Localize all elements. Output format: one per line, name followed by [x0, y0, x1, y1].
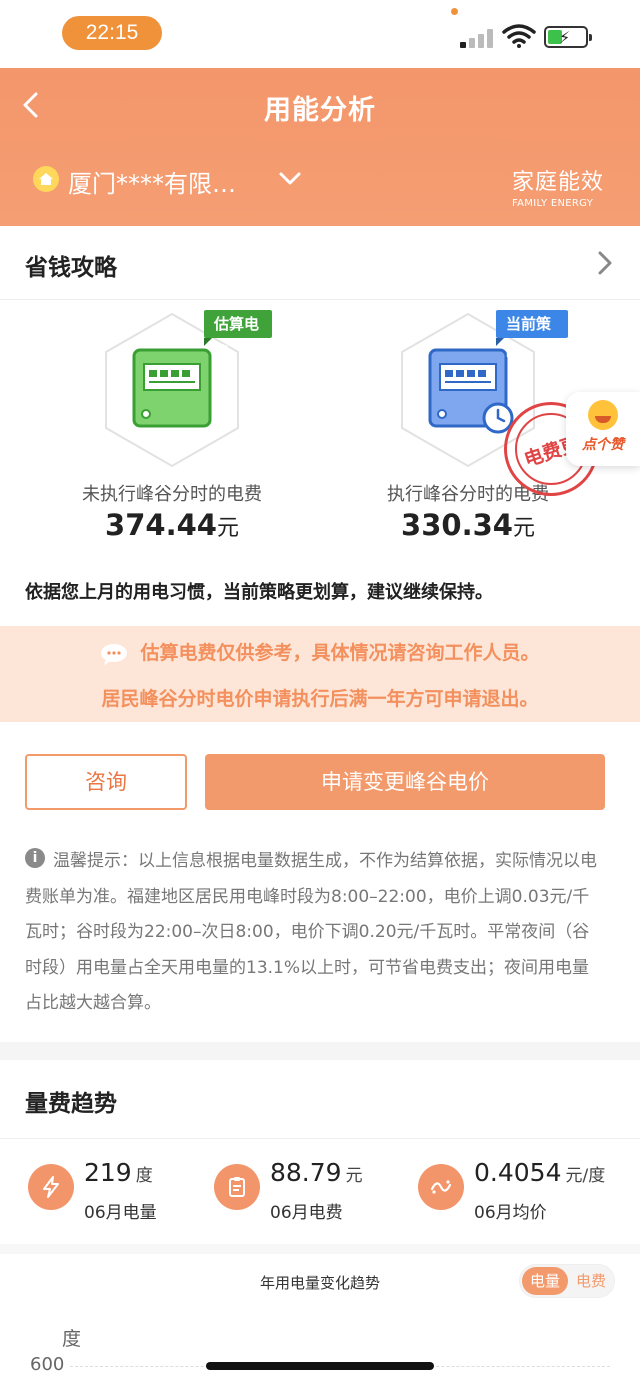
chevron-right-icon[interactable]	[596, 250, 614, 276]
tip-text: 温馨提示：以上信息根据电量数据生成，不作为结算依据，实际情况以电费账单为准。福建…	[25, 851, 597, 1013]
tag-estimate: 估算电费	[204, 310, 272, 361]
notice-banner: 估算电费仅供参考，具体情况请咨询工作人员。 居民峰谷分时电价申请执行后满一年方可…	[0, 626, 640, 722]
home-icon	[33, 166, 59, 192]
trend-title: 量费趋势	[25, 1091, 117, 1117]
section-divider	[0, 1042, 640, 1060]
account-selector[interactable]: 厦门****有限…	[68, 164, 236, 199]
toggle-fee[interactable]: 电费	[568, 1267, 614, 1295]
wifi-icon	[502, 24, 536, 48]
current-unit: 元	[512, 516, 535, 541]
stat-price-value: 0.4054 元/度	[474, 1158, 606, 1187]
estimate-amount: 374.44	[105, 508, 217, 542]
brand-name-en: FAMILY ENERGY	[512, 198, 594, 209]
notice-line-1: 估算电费仅供参考，具体情况请咨询工作人员。	[140, 642, 540, 664]
chat-icon	[101, 643, 128, 665]
stat-usage-caption: 06月电量	[84, 1203, 157, 1223]
like-button[interactable]: 点个赞	[566, 392, 640, 466]
stat-usage: 219 度 06月电量	[28, 1158, 198, 1230]
lightning-icon	[28, 1164, 74, 1210]
status-bar: 22:15 ⚡	[0, 0, 640, 68]
toggle-usage[interactable]: 电量	[522, 1267, 568, 1295]
stat-price-caption: 06月均价	[474, 1203, 547, 1223]
brand-name: 家庭能效	[512, 170, 605, 195]
chevron-down-icon[interactable]	[278, 171, 302, 187]
stat-fee-caption: 06月电费	[270, 1203, 343, 1223]
advice-text: 依据您上月的用电习惯，当前策略更划算，建议继续保持。	[25, 582, 493, 603]
estimate-unit: 元	[216, 516, 239, 541]
divider	[0, 1138, 640, 1139]
warm-tip: 温馨提示：以上信息根据电量数据生成，不作为结算依据，实际情况以电费账单为准。福建…	[25, 844, 605, 1022]
signal-icon	[460, 28, 494, 48]
brand-logo: 家庭能效 FAMILY ENERGY	[512, 164, 604, 209]
meter-card-estimate: 估算电费 未执行峰谷分时的电费 374.44元	[72, 310, 272, 542]
strategy-row[interactable]: 省钱攻略	[0, 226, 640, 300]
axis-tick-label: 600	[30, 1354, 65, 1375]
app-header: 用能分析 厦门****有限… 家庭能效 FAMILY ENERGY	[0, 68, 640, 226]
consult-button[interactable]: 咨询	[25, 754, 187, 810]
apply-peak-valley-button[interactable]: 申请变更峰谷电价	[205, 754, 605, 810]
bill-icon	[214, 1164, 260, 1210]
section-divider-2	[0, 1244, 640, 1254]
stat-fee-value: 88.79 元	[270, 1158, 363, 1187]
stat-price: 0.4054 元/度 06月均价	[418, 1158, 628, 1230]
meter-label-estimate: 未执行峰谷分时的电费	[82, 484, 262, 505]
battery-icon: ⚡	[544, 26, 592, 48]
current-amount: 330.34	[401, 508, 513, 542]
price-icon	[418, 1164, 464, 1210]
status-time: 22:15	[62, 16, 162, 50]
indicator-dot	[451, 8, 458, 15]
axis-unit-label: 度	[62, 1328, 82, 1350]
smile-icon	[588, 400, 618, 430]
tag-current: 当前策略	[496, 310, 568, 361]
page-title: 用能分析	[264, 95, 376, 126]
meter-value-current: 330.34元	[328, 508, 608, 542]
home-indicator[interactable]	[206, 1362, 434, 1370]
strategy-title: 省钱攻略	[25, 255, 117, 281]
stat-usage-value: 219 度	[84, 1158, 153, 1187]
stat-fee: 88.79 元 06月电费	[214, 1158, 394, 1230]
notice-line-2: 居民峰谷分时电价申请执行后满一年方可申请退出。	[101, 688, 539, 710]
chart-toggle[interactable]: 电量 电费	[519, 1264, 615, 1298]
meter-value-estimate: 374.44元	[32, 508, 312, 542]
like-label: 点个赞	[582, 437, 624, 453]
